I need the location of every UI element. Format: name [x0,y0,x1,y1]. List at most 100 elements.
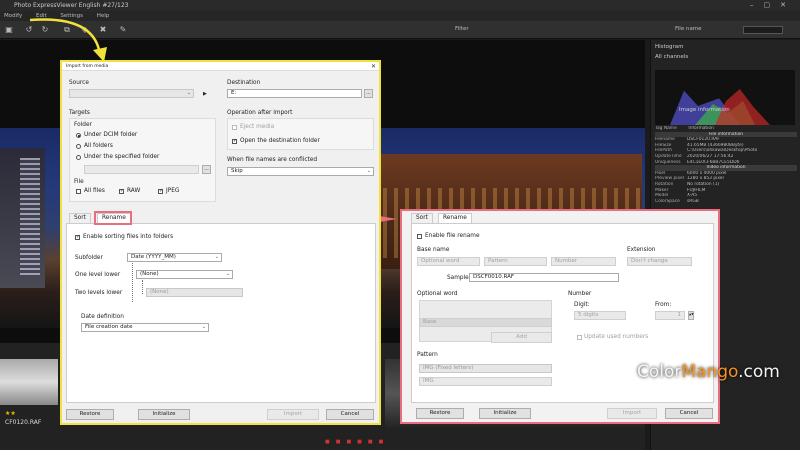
rename-dialog: Sort Rename Enable file rename Base name… [400,209,720,424]
chk-jpeg[interactable]: ✓ [158,189,163,194]
edit-icon[interactable]: ✎ [118,25,128,34]
chk-raw-label[interactable]: RAW [127,188,140,194]
optional-word-label: Optional word [417,291,458,297]
targets-label: Targets [69,110,90,116]
radio-dcim[interactable] [76,133,81,138]
from-input[interactable]: 1 [655,311,685,320]
menu-settings[interactable]: Settings [60,13,83,19]
cancel-button[interactable]: Cancel [665,408,713,419]
extension-select[interactable]: Don't change [627,257,692,266]
tab-sort[interactable]: Sort [411,213,433,223]
import-button[interactable]: Import [267,409,319,420]
chk-all-files[interactable] [76,189,81,194]
digit-select[interactable]: 5 digits [574,311,626,320]
filter-label[interactable]: Filter [455,26,469,32]
copy-icon[interactable]: ⧉ [62,25,72,34]
close-icon[interactable]: ✕ [371,62,376,71]
sort-label[interactable]: File name [675,26,702,32]
two-levels-select[interactable]: (None) [146,288,243,297]
destination-browse-button[interactable]: ... [364,89,373,98]
subfolder-select[interactable]: Date (YYYY_MM) ⌄ [127,253,222,262]
base-pattern[interactable]: Pattern [484,257,547,266]
menu-help[interactable]: Help [97,13,110,19]
chk-all-files-label[interactable]: All files [84,188,105,194]
specified-browse-button[interactable]: ... [202,165,211,174]
histogram-graph [655,70,795,125]
chk-open-dest-label[interactable]: Open the destination folder [240,138,320,144]
main-toolbar: ▣ ↺ ↻ ⧉ ◈ ✖ ✎ Filter File name [0,21,800,39]
menu-modify[interactable]: Modify [4,13,22,19]
chevron-down-icon: ⌄ [214,254,219,260]
source-select[interactable]: ⌄ [69,89,194,98]
rotate-left-icon[interactable]: ↺ [24,25,34,34]
rating-stars[interactable]: ★★ [5,410,16,417]
chk-enable-rename[interactable] [417,234,422,239]
specified-folder-input[interactable] [84,165,199,174]
restore-button[interactable]: Restore [416,408,464,419]
base-number[interactable]: Number [551,257,616,266]
exif-header-info: Information [688,126,714,131]
cancel-button[interactable]: Cancel [326,409,374,420]
from-spinner[interactable]: ▲▼ [688,311,694,320]
tag-icon[interactable]: ◈ [80,25,90,34]
conflict-select[interactable]: Skip ⌄ [227,167,374,176]
import-button[interactable]: Import [607,408,657,419]
date-def-select[interactable]: File creation date ⌄ [81,323,209,332]
op-after-import-group [227,118,374,150]
chk-enable-rename-label[interactable]: Enable file rename [425,233,480,239]
initialize-button[interactable]: Initialize [479,408,531,419]
chk-eject-label[interactable]: Eject media [240,124,274,130]
subfolder-label: Subfolder [75,255,103,261]
add-button[interactable]: Add [491,332,552,343]
restore-button[interactable]: Restore [66,409,114,420]
chk-enable-sorting[interactable]: ✓ [75,235,80,240]
chk-enable-sorting-label[interactable]: Enable sorting files into folders [83,234,173,240]
rotate-right-icon[interactable]: ↻ [40,25,50,34]
film-filename: CF0120.RAF [5,419,42,426]
destination-input[interactable]: E: [227,89,362,98]
window-title: Photo ExpressViewer English #27/123 [14,2,129,9]
one-level-value: (None) [140,271,159,277]
sample-value: DSCF0010.RAF [469,273,619,282]
search-input[interactable] [743,26,783,34]
histogram-title: Histogram [655,44,684,50]
op-after-import-label: Operation after import [227,110,293,116]
tab-rename[interactable]: Rename [438,213,472,223]
film-thumbnail[interactable] [0,359,58,405]
info-title: Image information [679,107,730,113]
delete-icon[interactable]: ✖ [98,25,108,34]
tab-sort[interactable]: Sort [69,213,91,223]
histogram-channel[interactable]: All channels [655,54,688,62]
date-def-value: File creation date [85,324,133,330]
chk-raw[interactable]: ✓ [119,189,124,194]
subfolder-value: Date (YYYY_MM) [131,254,176,260]
rename-tab-highlight [94,211,132,225]
import-dialog-title: Import from media [66,64,109,69]
radio-all-folders[interactable] [76,144,81,149]
import-dialog: Import from media ✕ Source ⌄ ▶ Destinati… [60,60,381,425]
conflict-value: Skip [231,168,243,174]
tree-line-2 [142,280,143,294]
radio-specified-label[interactable]: Under the specified folder [84,154,159,160]
base-optional-word[interactable]: Optional word [417,257,480,266]
chk-update-used[interactable] [577,335,582,340]
menu-edit[interactable]: Edit [36,13,47,19]
base-name-label: Base name [417,247,450,253]
one-level-select[interactable]: (None) ⌄ [136,270,233,279]
optional-word-selected[interactable]: Base [419,318,552,327]
watermark: ColorMango.com [637,362,780,382]
radio-all-folders-label[interactable]: All folders [84,143,113,149]
radio-specified[interactable] [76,155,81,160]
chk-eject[interactable] [232,125,237,130]
chk-jpeg-label[interactable]: JPEG [166,188,179,194]
import-icon[interactable]: ▣ [4,25,14,34]
window-controls[interactable]: –▢✕ [750,0,796,11]
chk-open-dest[interactable]: ✓ [232,139,237,144]
chevron-down-icon: ⌄ [186,90,191,96]
pattern-select[interactable]: IMG (Fixed letters) [419,364,552,373]
initialize-button[interactable]: Initialize [138,409,190,420]
chk-update-used-label[interactable]: Update used numbers [584,334,648,340]
tree-line [132,263,133,302]
pattern-text[interactable]: IMG [419,377,552,386]
radio-dcim-label[interactable]: Under DCIM folder [84,132,137,138]
